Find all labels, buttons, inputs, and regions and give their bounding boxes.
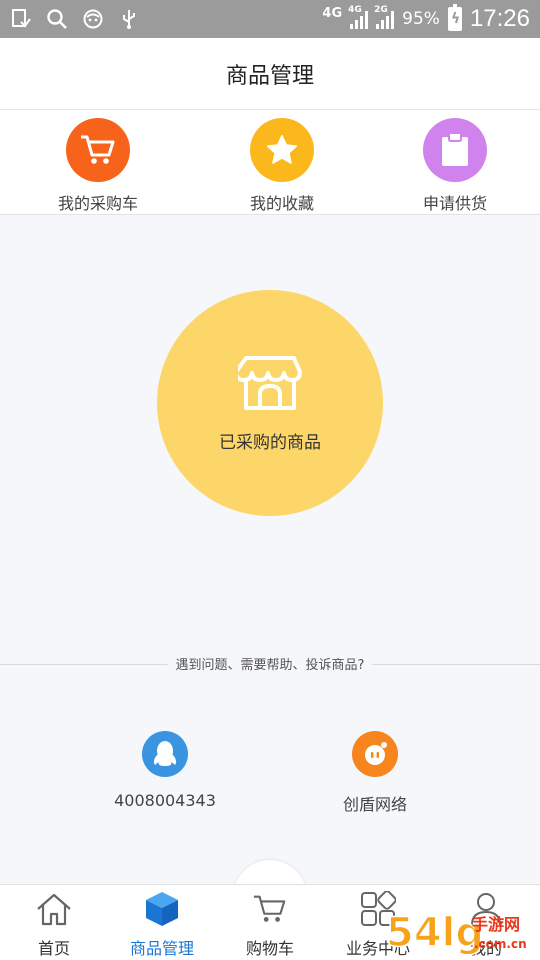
clipboard-icon xyxy=(423,118,487,182)
chat-bot-icon xyxy=(352,731,398,777)
hotline-number: 4008004343 xyxy=(114,791,216,810)
site-watermark: 54lg 手游网 .com.cn xyxy=(384,906,534,957)
svg-text:.com.cn: .com.cn xyxy=(474,937,527,951)
battery-percent: 95% xyxy=(402,9,440,29)
apply-supply-button[interactable]: 申请供货 xyxy=(385,118,525,214)
search-status-icon xyxy=(46,8,68,30)
my-favorites-button[interactable]: 我的收藏 xyxy=(212,118,352,214)
help-text: 遇到问题、需要帮助、投诉商品? xyxy=(167,654,373,673)
nav-label: 购物车 xyxy=(245,939,294,958)
face-status-icon xyxy=(82,8,104,30)
hotline-contact[interactable]: 4008004343 xyxy=(80,731,250,810)
clipboard-status-icon xyxy=(10,8,32,30)
quick-actions: 我的采购车 我的收藏 申请供货 xyxy=(0,110,540,215)
my-purchase-cart-button[interactable]: 我的采购车 xyxy=(28,118,168,214)
star-icon xyxy=(250,118,314,182)
clock: 17:26 xyxy=(469,5,530,32)
battery-charging-icon: ϟ xyxy=(447,4,462,31)
quick-action-label: 我的采购车 xyxy=(57,194,138,213)
nav-label: 商品管理 xyxy=(129,939,194,958)
page-title: 商品管理 xyxy=(225,63,314,89)
usb-icon xyxy=(118,8,140,30)
cart-icon xyxy=(250,889,290,929)
network-type: 4G xyxy=(322,5,343,21)
signal-sim1-icon: 4G xyxy=(348,5,369,29)
cart-icon xyxy=(66,118,130,182)
nav-label: 首页 xyxy=(37,939,70,958)
quick-action-label: 我的收藏 xyxy=(249,194,314,213)
nav-cart[interactable]: 购物车 xyxy=(216,889,324,959)
box-icon xyxy=(142,889,182,929)
signal-sim2-icon: 2G xyxy=(374,5,395,29)
purchased-goods-label: 已采购的商品 xyxy=(219,432,321,453)
home-icon xyxy=(34,889,74,929)
quick-action-label: 申请供货 xyxy=(422,194,487,213)
online-chat-contact[interactable]: 创盾网络 xyxy=(290,731,460,815)
app-header: 商品管理 xyxy=(0,38,540,110)
sim2-label: 2G xyxy=(374,5,388,15)
store-icon xyxy=(234,354,302,416)
nav-goods-management[interactable]: 商品管理 xyxy=(108,889,216,959)
purchased-goods-button[interactable]: 已采购的商品 xyxy=(157,290,383,516)
svg-text:手游网: 手游网 xyxy=(472,915,520,934)
svg-text:54lg: 54lg xyxy=(386,910,484,956)
qq-icon xyxy=(142,731,188,777)
sim1-label: 4G xyxy=(348,5,362,15)
online-service-name: 创盾网络 xyxy=(342,795,407,814)
status-bar: 4G 4G 2G 95% ϟ 17:26 xyxy=(0,0,540,38)
nav-home[interactable]: 首页 xyxy=(0,889,108,959)
